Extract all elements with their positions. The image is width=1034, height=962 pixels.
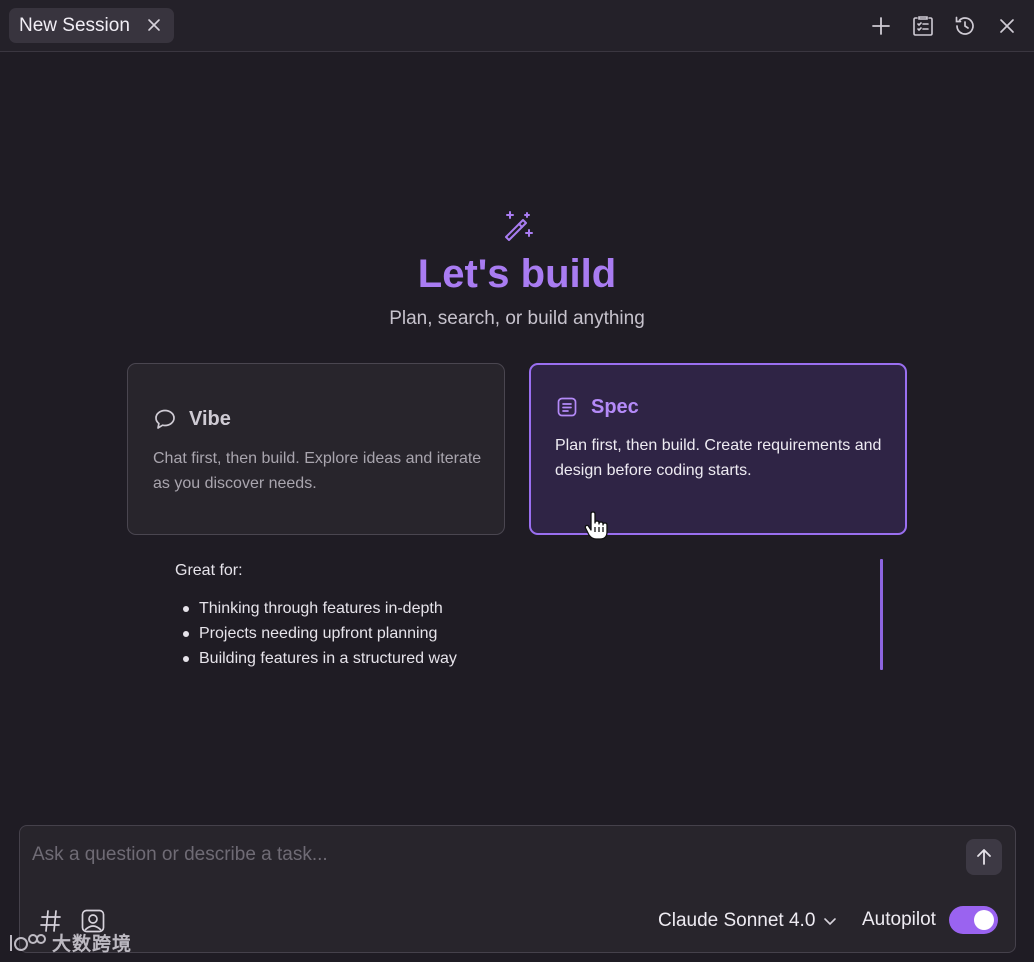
section-divider	[880, 559, 883, 670]
list-item-text: Building features in a structured way	[199, 650, 457, 667]
magic-wand-icon	[501, 209, 535, 243]
spec-card-description: Plan first, then build. Create requireme…	[555, 437, 882, 479]
chevron-down-icon	[824, 918, 837, 926]
chat-input-box: Claude Sonnet 4.0 Autopilot	[19, 825, 1016, 953]
arrow-up-icon	[977, 849, 991, 865]
task-list-icon[interactable]	[911, 14, 935, 38]
model-selector[interactable]: Claude Sonnet 4.0	[658, 909, 837, 933]
tab-label: New Session	[19, 14, 130, 36]
vibe-mode-card[interactable]: Vibe Chat first, then build. Explore ide…	[127, 363, 505, 535]
toggle-knob	[974, 910, 994, 930]
document-list-icon	[557, 397, 577, 417]
history-icon[interactable]	[953, 14, 977, 38]
bullet-icon	[183, 655, 189, 662]
tab-new-session[interactable]: New Session	[9, 8, 174, 43]
tab-bar: New Session	[0, 0, 1034, 52]
list-item: Thinking through features in-depth	[183, 596, 457, 621]
watermark-logo	[10, 933, 46, 951]
list-item: Projects needing upfront planning	[183, 621, 457, 646]
close-panel-icon[interactable]	[995, 14, 1019, 38]
chat-bubble-icon	[155, 409, 175, 429]
bullet-icon	[183, 630, 189, 637]
list-item: Building features in a structured way	[183, 646, 457, 671]
great-for-label: Great for:	[175, 562, 243, 579]
model-label: Claude Sonnet 4.0	[658, 910, 816, 931]
great-for-list: Thinking through features in-depth Proje…	[183, 596, 457, 671]
vibe-card-header: Vibe	[153, 407, 231, 431]
vibe-card-description: Chat first, then build. Explore ideas an…	[153, 450, 482, 492]
bullet-icon	[183, 605, 189, 612]
hand-pointer-icon	[584, 511, 610, 541]
list-item-text: Thinking through features in-depth	[199, 600, 443, 617]
plus-icon[interactable]	[869, 14, 893, 38]
page-title: Let's build	[417, 252, 617, 296]
spec-card-title: Spec	[591, 395, 639, 418]
watermark: 大数跨境	[8, 929, 132, 956]
watermark-text: 大数跨境	[52, 934, 133, 955]
page-subtitle: Plan, search, or build anything	[389, 308, 645, 329]
spec-mode-card[interactable]: Spec Plan first, then build. Create requ…	[529, 363, 907, 535]
app-window: New Session Let's build Plan, search, or…	[0, 0, 1034, 962]
spec-card-header: Spec	[555, 395, 639, 419]
autopilot-label: Autopilot	[862, 909, 936, 930]
autopilot-toggle[interactable]	[949, 906, 998, 934]
close-icon[interactable]	[146, 17, 162, 33]
send-button[interactable]	[966, 839, 1002, 875]
vibe-card-title: Vibe	[189, 407, 231, 430]
list-item-text: Projects needing upfront planning	[199, 625, 438, 642]
chat-input[interactable]	[32, 840, 952, 870]
